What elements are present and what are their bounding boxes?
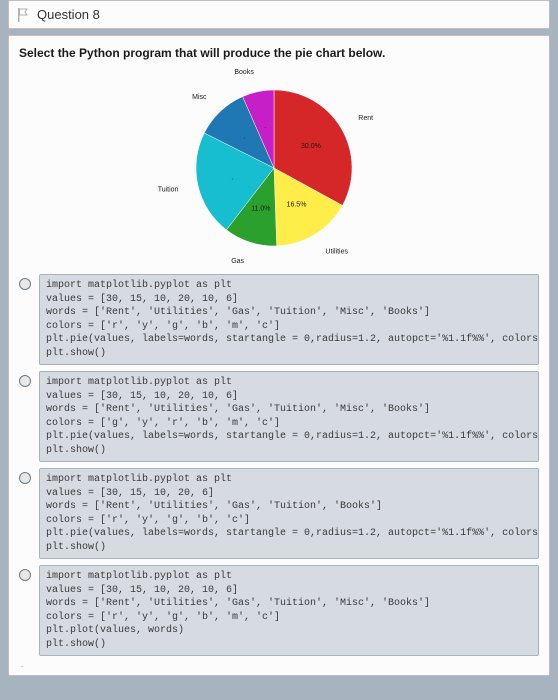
pie-chart: 30.0% Rent 16.5% Utilities 11.0% Gas. Tuition.… bbox=[19, 66, 539, 274]
option-d: import matplotlib.pyplot as plt values =… bbox=[19, 565, 539, 656]
pie-label-tuition: Tuition bbox=[158, 187, 179, 194]
question-prompt: Select the Python program that will prod… bbox=[19, 46, 539, 60]
option-b: import matplotlib.pyplot as plt values =… bbox=[19, 371, 539, 462]
pie-pct-books: . bbox=[264, 123, 266, 130]
radio-option-d[interactable] bbox=[19, 569, 31, 581]
pie-pct-utilities: 16.5% bbox=[287, 201, 307, 208]
pie-pct-misc: . bbox=[243, 134, 245, 141]
pie-label-books: Books bbox=[234, 69, 254, 76]
pie-label-rent: Rent bbox=[358, 115, 373, 122]
option-c: import matplotlib.pyplot as plt values =… bbox=[19, 468, 539, 559]
code-block-d: import matplotlib.pyplot as plt values =… bbox=[39, 565, 539, 656]
footnote: . bbox=[19, 660, 539, 669]
code-block-c: import matplotlib.pyplot as plt values =… bbox=[39, 468, 539, 559]
code-block-a: import matplotlib.pyplot as plt values =… bbox=[39, 274, 539, 365]
question-label: Question 8 bbox=[37, 7, 100, 22]
pie-pct-tuition: . bbox=[231, 174, 233, 181]
radio-option-a[interactable] bbox=[19, 278, 31, 290]
flag-icon[interactable] bbox=[17, 8, 29, 22]
code-block-b: import matplotlib.pyplot as plt values =… bbox=[39, 371, 539, 462]
option-a: import matplotlib.pyplot as plt values =… bbox=[19, 274, 539, 365]
question-header: Question 8 bbox=[8, 0, 550, 29]
pie-pct-gas: 11.0% bbox=[251, 206, 270, 213]
radio-option-b[interactable] bbox=[19, 375, 31, 387]
question-panel: Select the Python program that will prod… bbox=[8, 35, 550, 676]
options-list: import matplotlib.pyplot as plt values =… bbox=[19, 274, 539, 656]
pie-pct-rent: 30.0% bbox=[301, 143, 321, 150]
pie-label-utilities: Utilities bbox=[325, 248, 348, 255]
pie-label-gas: Gas bbox=[231, 258, 244, 265]
radio-option-c[interactable] bbox=[19, 472, 31, 484]
pie-label-misc: Misc bbox=[192, 94, 207, 101]
page-root: Question 8 Select the Python program tha… bbox=[0, 0, 558, 700]
